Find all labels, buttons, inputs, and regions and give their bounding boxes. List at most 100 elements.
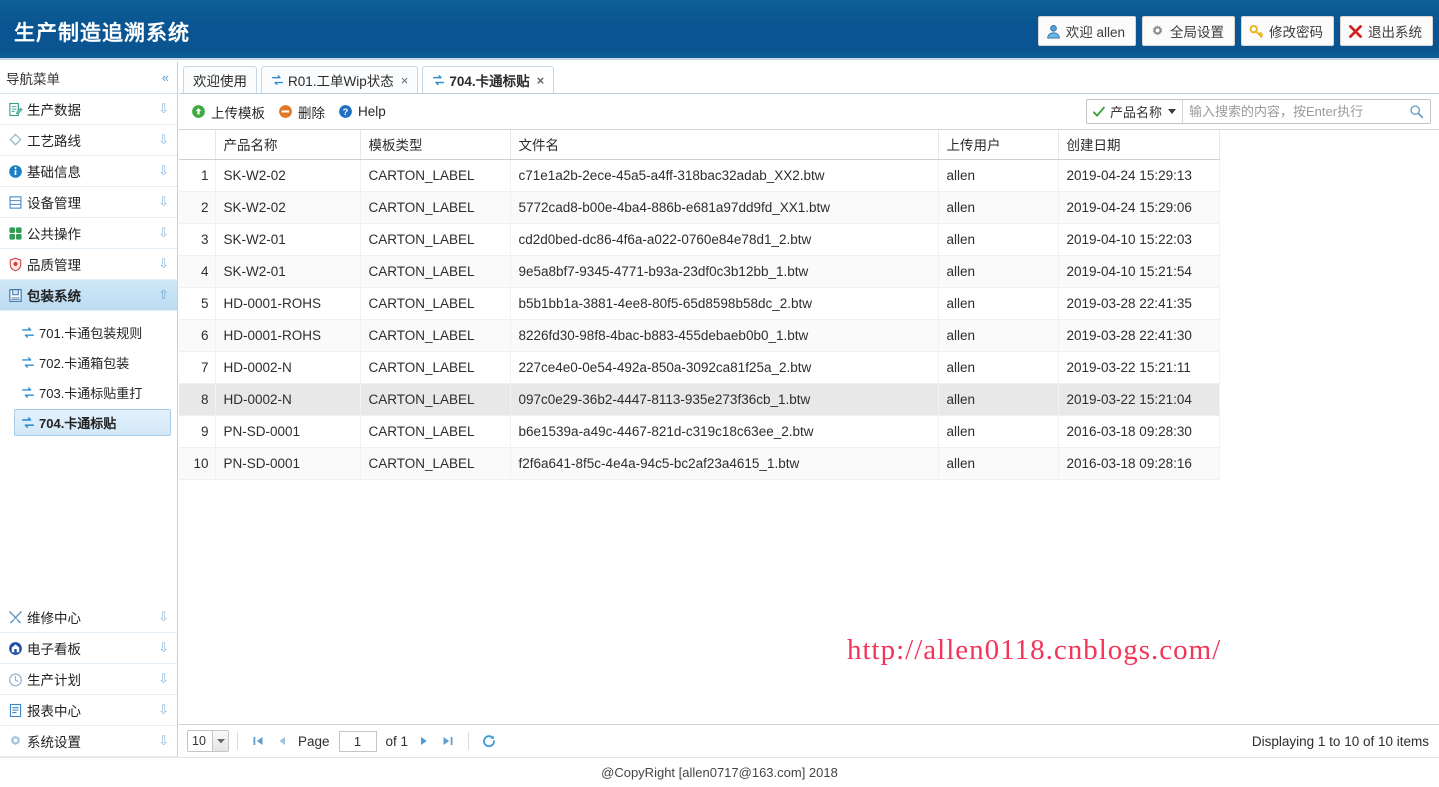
check-green-icon (1092, 105, 1106, 119)
sidebar-item-basic-info[interactable]: 基础信息 ⇩ (0, 156, 177, 187)
submenu-item-701[interactable]: 701.卡通包装规则 (14, 319, 171, 346)
cell-type: CARTON_LABEL (360, 319, 511, 352)
user-icon (1046, 24, 1061, 39)
table-row[interactable]: 8 HD-0002-N CARTON_LABEL 097c0e29-36b2-4… (179, 383, 1220, 416)
cell-product: HD-0002-N (215, 383, 361, 416)
sidebar-item-equipment[interactable]: 设备管理 ⇩ (0, 187, 177, 218)
submenu-item-703[interactable]: 703.卡通标贴重打 (14, 379, 171, 406)
chevron-down-icon[interactable]: ⇩ (158, 132, 169, 148)
chevron-down-icon[interactable]: ⇩ (158, 640, 169, 656)
minus-orange-icon (278, 104, 293, 119)
table-row[interactable]: 1 SK-W2-02 CARTON_LABEL c71e1a2b-2ece-45… (179, 159, 1220, 192)
sidebar-item-dashboard[interactable]: 电子看板 ⇩ (0, 633, 177, 664)
sidebar-item-packaging-system[interactable]: 包装系统 ⇧ (0, 280, 177, 311)
table-row[interactable]: 7 HD-0002-N CARTON_LABEL 227ce4e0-0e54-4… (179, 351, 1220, 384)
cell-type: CARTON_LABEL (360, 255, 511, 288)
cell-rownum: 10 (179, 447, 216, 480)
sidebar-item-production-data[interactable]: 生产数据 ⇩ (0, 94, 177, 125)
table-row[interactable]: 2 SK-W2-02 CARTON_LABEL 5772cad8-b00e-4b… (179, 191, 1220, 224)
tab-welcome[interactable]: 欢迎使用 (183, 66, 257, 93)
search-icon[interactable] (1403, 104, 1430, 119)
tab-label: 欢迎使用 (193, 74, 247, 89)
prev-page-icon[interactable] (270, 730, 294, 752)
question-blue-icon: ? (338, 104, 353, 119)
chevron-down-icon[interactable]: ⇩ (158, 702, 169, 718)
chevron-down-icon[interactable]: ⇩ (158, 733, 169, 749)
cell-rownum: 9 (179, 415, 216, 448)
cell-type: CARTON_LABEL (360, 383, 511, 416)
cell-type: CARTON_LABEL (360, 351, 511, 384)
search-field-selector[interactable]: 产品名称 (1087, 100, 1184, 123)
cell-filename: b5b1bb1a-3881-4ee8-80f5-65d8598b58dc_2.b… (510, 287, 939, 320)
sidebar-item-system-settings[interactable]: 系统设置 ⇩ (0, 726, 177, 757)
close-x-icon (1348, 24, 1363, 39)
chevron-down-icon[interactable]: ⇩ (158, 256, 169, 272)
cell-created: 2019-03-22 15:21:04 (1058, 383, 1220, 416)
first-page-icon[interactable] (246, 730, 270, 752)
sidebar-item-production-plan[interactable]: 生产计划 ⇩ (0, 664, 177, 695)
refresh-icon[interactable] (477, 730, 501, 752)
monitor-icon (7, 640, 24, 656)
table-row[interactable]: 10 PN-SD-0001 CARTON_LABEL f2f6a641-8f5c… (179, 447, 1220, 480)
cell-filename: f2f6a641-8f5c-4e4a-94c5-bc2af23a4615_1.b… (510, 447, 939, 480)
submenu-item-702[interactable]: 702.卡通箱包装 (14, 349, 171, 376)
change-password-button[interactable]: 修改密码 (1241, 16, 1334, 46)
column-header-type[interactable]: 模板类型 (360, 130, 511, 160)
column-header-product[interactable]: 产品名称 (215, 130, 361, 160)
column-header-created[interactable]: 创建日期 (1058, 130, 1220, 160)
chevron-down-icon[interactable]: ⇩ (158, 671, 169, 687)
chevron-down-icon[interactable]: ⇩ (158, 194, 169, 210)
submenu-item-704[interactable]: 704.卡通标贴 (14, 409, 171, 436)
sidebar-item-label: 生产计划 (27, 673, 81, 688)
double-chevron-left-icon[interactable]: « (162, 70, 169, 85)
delete-label: 删除 (298, 105, 325, 121)
chevron-down-icon[interactable]: ⇩ (158, 609, 169, 625)
chevron-down-icon (212, 731, 228, 751)
table-row[interactable]: 9 PN-SD-0001 CARTON_LABEL b6e1539a-a49c-… (179, 415, 1220, 448)
welcome-user-button[interactable]: 欢迎 allen (1037, 16, 1136, 46)
table-row[interactable]: 5 HD-0001-ROHS CARTON_LABEL b5b1bb1a-388… (179, 287, 1220, 320)
next-page-icon[interactable] (412, 730, 436, 752)
tab-close-icon[interactable]: × (401, 73, 409, 88)
key-icon (1249, 24, 1264, 39)
data-grid-wrapper: 产品名称 模板类型 文件名 上传用户 创建日期 1 SK-W2-02 CARTO… (179, 130, 1439, 480)
cell-user: allen (938, 287, 1059, 320)
welcome-user-label: 欢迎 allen (1065, 25, 1125, 40)
tab-704-carton-label[interactable]: 704.卡通标贴 × (422, 66, 555, 93)
chevron-up-icon[interactable]: ⇧ (158, 287, 169, 303)
tab-close-icon[interactable]: × (537, 73, 545, 88)
page-size-select[interactable]: 10 (187, 730, 229, 752)
tab-r01-wip-status[interactable]: R01.工单Wip状态 × (261, 66, 419, 93)
sidebar-item-maintenance[interactable]: 维修中心 ⇩ (0, 602, 177, 633)
gear-icon (7, 733, 24, 749)
chevron-down-icon[interactable]: ⇩ (158, 225, 169, 241)
sidebar-item-label: 工艺路线 (27, 134, 81, 149)
cell-type: CARTON_LABEL (360, 223, 511, 256)
table-row[interactable]: 3 SK-W2-01 CARTON_LABEL cd2d0bed-dc86-4f… (179, 223, 1220, 256)
table-row[interactable]: 6 HD-0001-ROHS CARTON_LABEL 8226fd30-98f… (179, 319, 1220, 352)
table-row[interactable]: 4 SK-W2-01 CARTON_LABEL 9e5a8bf7-9345-47… (179, 255, 1220, 288)
global-settings-button[interactable]: 全局设置 (1142, 16, 1235, 46)
column-header-rownum[interactable] (179, 130, 216, 160)
divider (237, 732, 238, 750)
column-header-user[interactable]: 上传用户 (938, 130, 1059, 160)
column-header-filename[interactable]: 文件名 (510, 130, 939, 160)
chevron-down-icon[interactable]: ⇩ (158, 163, 169, 179)
cell-product: HD-0001-ROHS (215, 319, 361, 352)
sidebar-item-label: 报表中心 (27, 704, 81, 719)
delete-button[interactable]: 删除 (274, 99, 334, 125)
search-input[interactable] (1183, 100, 1403, 123)
chevron-down-icon[interactable]: ⇩ (158, 101, 169, 117)
cell-user: allen (938, 159, 1059, 192)
pagination-bar: 10 Page of 1 Displaying 1 to 10 of 10 it… (179, 724, 1439, 757)
sidebar-item-reports[interactable]: 报表中心 ⇩ (0, 695, 177, 726)
last-page-icon[interactable] (436, 730, 460, 752)
logout-button[interactable]: 退出系统 (1340, 16, 1433, 46)
upload-template-button[interactable]: 上传模板 (187, 99, 274, 125)
help-button[interactable]: ? Help (334, 99, 395, 125)
sidebar-item-common-ops[interactable]: 公共操作 ⇩ (0, 218, 177, 249)
cell-product: PN-SD-0001 (215, 415, 361, 448)
sidebar-item-quality[interactable]: 品质管理 ⇩ (0, 249, 177, 280)
sidebar-item-process-route[interactable]: 工艺路线 ⇩ (0, 125, 177, 156)
page-number-input[interactable] (338, 730, 377, 752)
